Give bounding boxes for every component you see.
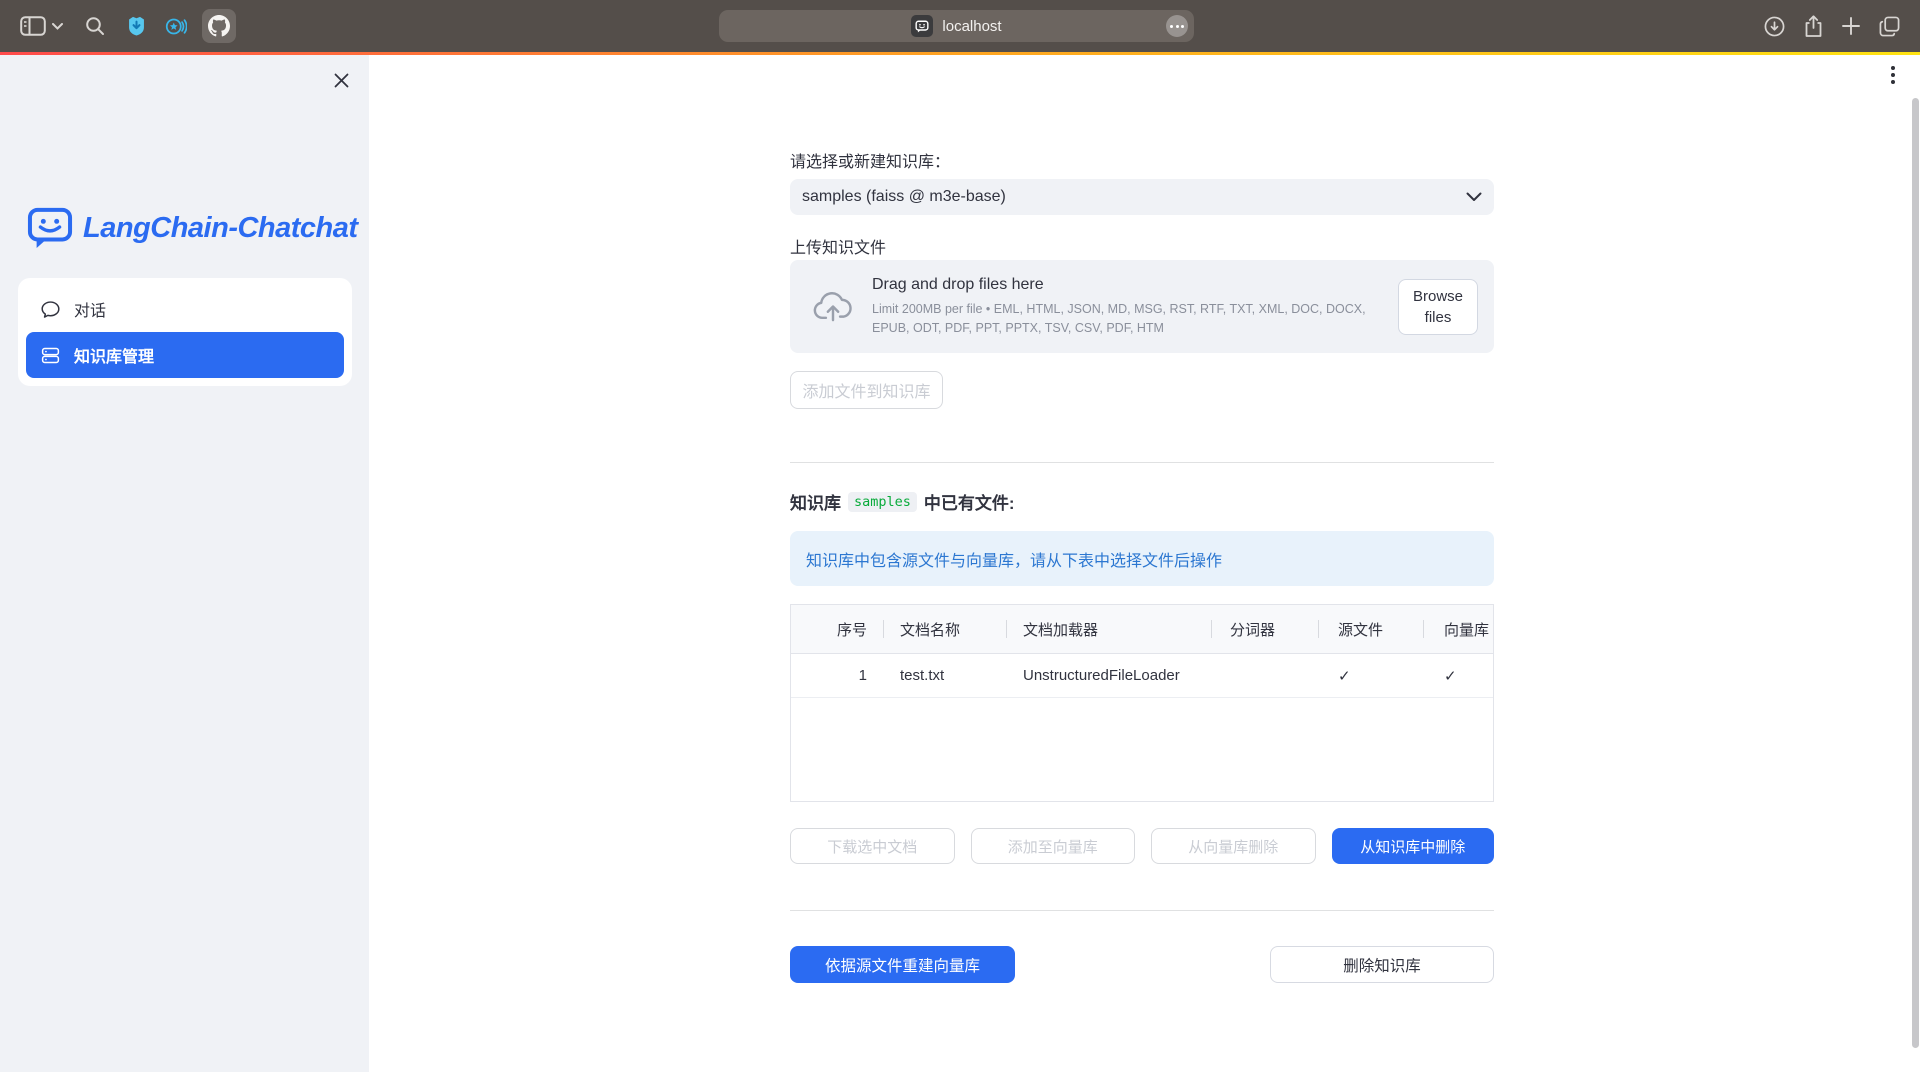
browse-files-button[interactable]: Browse files <box>1398 279 1478 335</box>
downloads-button[interactable] <box>1764 16 1785 37</box>
scrollbar[interactable] <box>1912 98 1919 1048</box>
table-row[interactable]: 1 test.txt UnstructuredFileLoader ✓ ✓ <box>791 654 1493 698</box>
extension-shield-button[interactable] <box>126 15 147 37</box>
screen: localhost <box>0 0 1920 1080</box>
sidebar-toggle-button[interactable] <box>20 16 46 36</box>
sidebar-item-label: 知识库管理 <box>74 343 154 367</box>
chatchat-logo-icon <box>27 207 73 249</box>
add-files-button[interactable]: 添加文件到知识库 <box>790 371 943 409</box>
kb-select-value: samples (faiss @ m3e-base) <box>802 188 1006 206</box>
delete-from-kb-button[interactable]: 从知识库中删除 <box>1332 828 1495 864</box>
page-options-button[interactable] <box>1166 15 1188 37</box>
app-menu-button[interactable] <box>1888 63 1898 87</box>
extension-circle-star-button[interactable] <box>164 16 187 37</box>
dropzone-title: Drag and drop files here <box>872 276 1387 294</box>
search-button[interactable] <box>85 16 105 36</box>
tabs-icon <box>1879 16 1900 37</box>
browser-toolbar: localhost <box>0 0 1920 52</box>
plus-icon <box>1842 17 1860 35</box>
sidebar: LangChain-Chatchat 对话 知识库管理 <box>0 55 369 1072</box>
divider <box>790 910 1494 911</box>
site-favicon-icon <box>911 15 933 37</box>
kb-select[interactable]: samples (faiss @ m3e-base) <box>790 179 1494 215</box>
info-banner-text: 知识库中包含源文件与向量库，请从下表中选择文件后操作 <box>806 547 1222 571</box>
database-icon <box>40 345 61 366</box>
table-header-row: 序号 文档名称 文档加载器 分词器 源文件 向量库 <box>791 605 1493 654</box>
chevron-down-icon <box>1466 192 1482 202</box>
kb-select-label: 请选择或新建知识库： <box>790 148 950 172</box>
cell-vector-check: ✓ <box>1423 654 1491 697</box>
sidebar-item-kb-management[interactable]: 知识库管理 <box>26 332 344 378</box>
cell-source-check: ✓ <box>1318 654 1423 697</box>
chevron-down-icon <box>52 23 63 30</box>
tab-overview-button[interactable] <box>1879 16 1900 37</box>
file-dropzone[interactable]: Drag and drop files here Limit 200MB per… <box>790 260 1494 353</box>
info-banner: 知识库中包含源文件与向量库，请从下表中选择文件后操作 <box>790 531 1494 586</box>
column-header-loader[interactable]: 文档加载器 <box>1006 605 1211 653</box>
search-icon <box>85 16 105 36</box>
heading-prefix: 知识库 <box>790 489 841 514</box>
sidebar-menu: 对话 知识库管理 <box>18 278 352 386</box>
window-bottom-edge <box>0 1072 1920 1080</box>
rebuild-vector-button[interactable]: 依据源文件重建向量库 <box>790 946 1015 983</box>
shield-download-icon <box>126 15 147 37</box>
download-circle-icon <box>1764 16 1785 37</box>
sidebar-item-dialogue[interactable]: 对话 <box>26 286 344 332</box>
column-header-splitter[interactable]: 分词器 <box>1211 605 1318 653</box>
file-actions: 下载选中文档 添加至向量库 从向量库删除 从知识库中删除 <box>790 828 1494 864</box>
github-extension-button[interactable] <box>202 9 236 43</box>
sidebar-close-button[interactable] <box>330 69 353 95</box>
upload-label: 上传知识文件 <box>790 234 886 258</box>
app-logo: LangChain-Chatchat <box>27 207 358 249</box>
sidebar-item-label: 对话 <box>74 297 106 321</box>
column-header-vector[interactable]: 向量库 <box>1423 605 1491 653</box>
share-button[interactable] <box>1804 15 1823 38</box>
upload-cloud-icon <box>812 291 854 323</box>
delete-from-vector-button[interactable]: 从向量库删除 <box>1151 828 1316 864</box>
share-icon <box>1804 15 1823 38</box>
cell-splitter <box>1211 654 1318 697</box>
new-tab-button[interactable] <box>1842 17 1860 35</box>
cell-loader: UnstructuredFileLoader <box>1006 654 1211 697</box>
download-selected-button[interactable]: 下载选中文档 <box>790 828 955 864</box>
divider <box>790 462 1494 463</box>
column-header-source[interactable]: 源文件 <box>1318 605 1423 653</box>
url-bar[interactable]: localhost <box>719 10 1194 42</box>
delete-kb-button[interactable]: 删除知识库 <box>1270 946 1494 983</box>
column-header-index[interactable]: 序号 <box>791 605 883 653</box>
kb-name-code: samples <box>848 492 917 512</box>
files-table: 序号 文档名称 文档加载器 分词器 源文件 向量库 1 test.txt Uns… <box>790 604 1494 802</box>
kb-files-heading: 知识库 samples 中已有文件: <box>790 489 1015 514</box>
dropzone-hint: Limit 200MB per file • EML, HTML, JSON, … <box>872 300 1387 336</box>
close-icon <box>334 73 349 88</box>
cell-name: test.txt <box>883 654 1006 697</box>
chat-bubble-icon <box>40 299 61 320</box>
cell-index: 1 <box>791 654 883 697</box>
url-text: localhost <box>942 18 1001 35</box>
sidebar-menu-chevron-button[interactable] <box>52 23 63 30</box>
sidebar-toggle-icon <box>20 16 46 36</box>
circle-star-icon <box>164 16 187 37</box>
app-logo-text: LangChain-Chatchat <box>83 212 358 245</box>
github-icon <box>208 15 230 37</box>
column-header-name[interactable]: 文档名称 <box>883 605 1006 653</box>
add-to-vector-button[interactable]: 添加至向量库 <box>971 828 1136 864</box>
heading-suffix: 中已有文件: <box>924 489 1015 514</box>
